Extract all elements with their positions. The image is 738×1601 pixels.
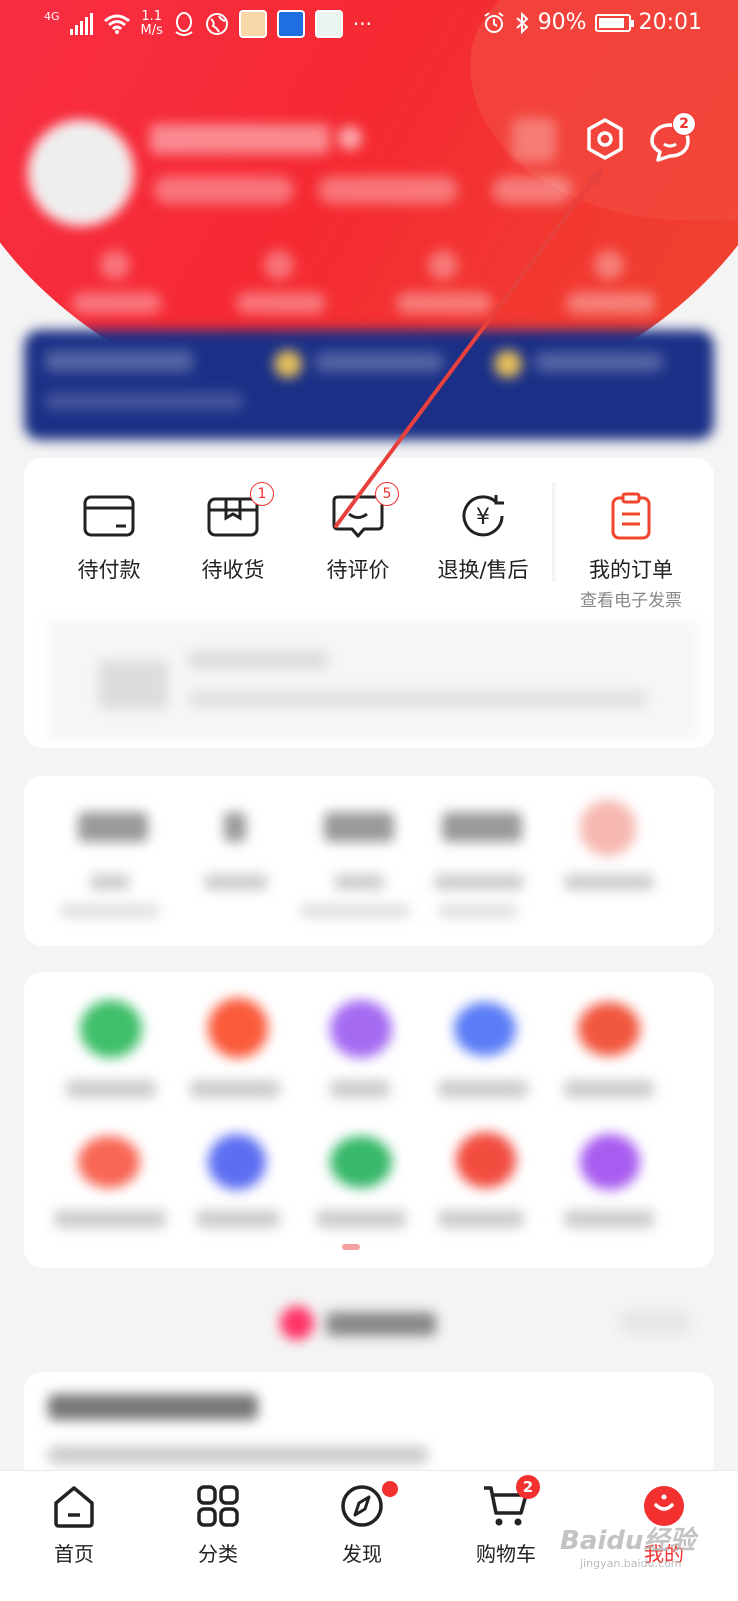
tab-cart[interactable]: 2 购物车 [446, 1475, 566, 1567]
discover-dot [382, 1481, 398, 1497]
tab-label: 发现 [342, 1542, 382, 1566]
grid-icon [197, 1485, 239, 1527]
tab-category[interactable]: 分类 [158, 1483, 278, 1567]
tab-home[interactable]: 首页 [14, 1483, 134, 1567]
tab-discover[interactable]: 发现 [302, 1481, 422, 1567]
watermark: Baidu经验 jingyan.baidu.com [560, 1526, 696, 1570]
cart-badge: 2 [516, 1475, 540, 1499]
compass-icon [341, 1485, 383, 1527]
tab-label: 购物车 [476, 1542, 536, 1566]
annotation-arrow [334, 166, 604, 528]
tab-label: 分类 [198, 1542, 238, 1566]
home-icon [54, 1486, 94, 1528]
tab-label: 首页 [54, 1542, 94, 1566]
